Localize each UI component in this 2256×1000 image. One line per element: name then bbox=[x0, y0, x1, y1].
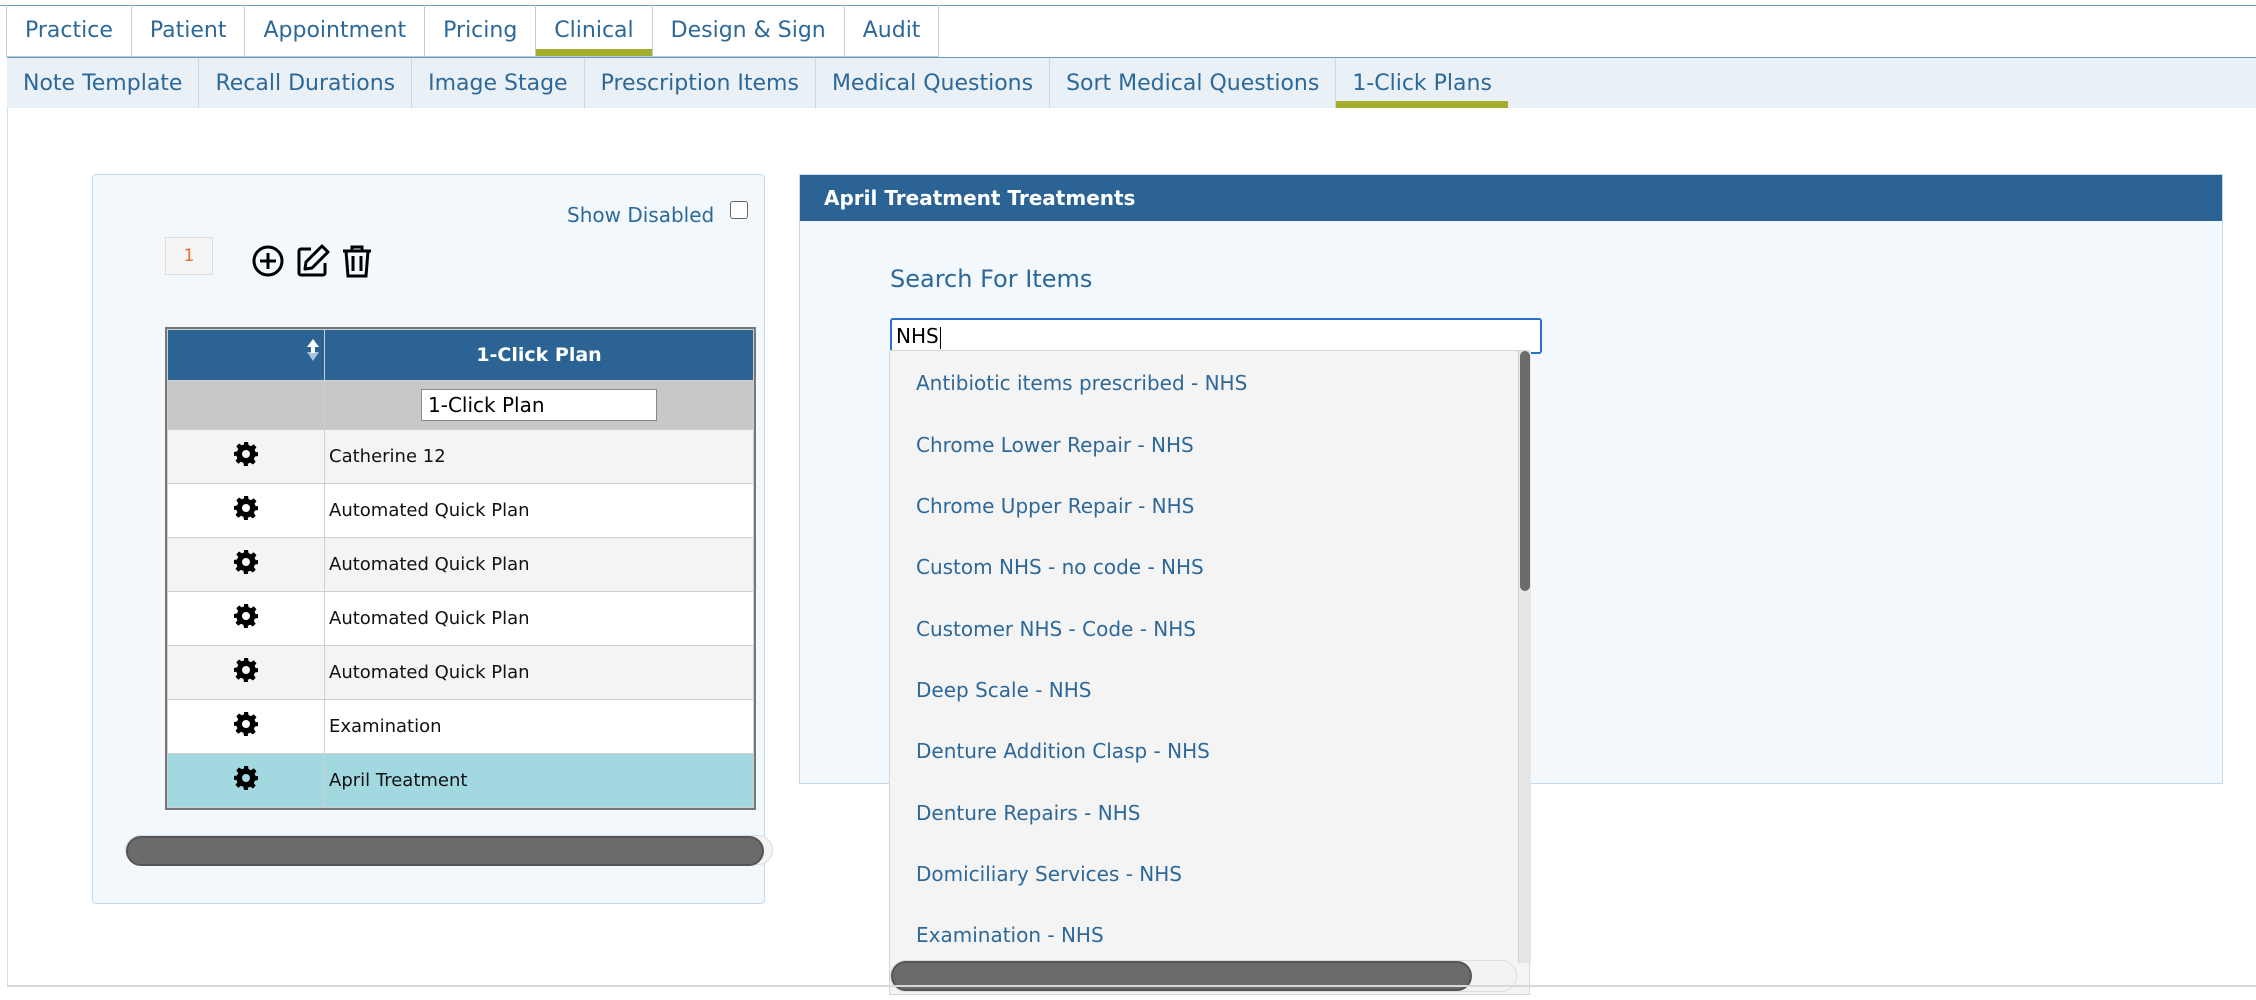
tab-practice[interactable]: Practice bbox=[6, 5, 132, 57]
row-settings-cell[interactable] bbox=[167, 483, 325, 538]
tab-audit[interactable]: Audit bbox=[843, 5, 940, 57]
subtab-prescription-items[interactable]: Prescription Items bbox=[585, 58, 816, 108]
search-items-label: Search For Items bbox=[890, 265, 1093, 293]
plan-name: Catherine 12 bbox=[324, 429, 754, 484]
show-disabled-checkbox[interactable] bbox=[730, 201, 749, 219]
edit-icon[interactable] bbox=[295, 243, 331, 279]
gear-icon[interactable] bbox=[233, 603, 259, 629]
row-settings-cell[interactable] bbox=[167, 429, 325, 484]
plans-list-panel: Show Disabled 1 1-Click Plan 1-Click Pla… bbox=[92, 174, 773, 904]
add-circle-icon[interactable] bbox=[250, 243, 286, 279]
tab-clinical[interactable]: Clinical bbox=[535, 5, 653, 57]
dropdown-item[interactable]: Denture Repairs - NHS bbox=[916, 801, 1140, 825]
dropdown-item[interactable]: Examination - NHS bbox=[916, 923, 1104, 947]
page-number-button[interactable]: 1 bbox=[165, 237, 213, 275]
row-settings-cell[interactable] bbox=[167, 699, 325, 754]
row-settings-cell[interactable] bbox=[167, 537, 325, 592]
plans-horizontal-scrollbar[interactable] bbox=[125, 835, 773, 866]
filter-cell-empty bbox=[167, 380, 325, 430]
plan-filter-input[interactable]: 1-Click Plan bbox=[421, 389, 657, 421]
plans-grid: 1-Click Plan 1-Click Plan Catherine 12 A… bbox=[165, 327, 756, 810]
sub-tab-bar: Note Template Recall Durations Image Sta… bbox=[7, 58, 1508, 108]
page-bottom-border bbox=[7, 985, 2256, 987]
dropdown-item[interactable]: Chrome Lower Repair - NHS bbox=[916, 433, 1194, 457]
dropdown-item[interactable]: Customer NHS - Code - NHS bbox=[916, 617, 1196, 641]
dropdown-vertical-scrollbar[interactable] bbox=[1518, 351, 1531, 963]
subtab-1-click-plans[interactable]: 1-Click Plans bbox=[1336, 58, 1508, 108]
table-row[interactable]: Examination bbox=[167, 699, 754, 754]
subtab-recall-durations[interactable]: Recall Durations bbox=[199, 58, 413, 108]
tab-pricing[interactable]: Pricing bbox=[424, 5, 537, 57]
gear-icon[interactable] bbox=[233, 441, 259, 467]
content-left-border bbox=[7, 108, 8, 986]
plan-name: Automated Quick Plan bbox=[324, 591, 754, 646]
gear-icon[interactable] bbox=[233, 711, 259, 737]
plan-name: April Treatment bbox=[324, 753, 754, 808]
table-row[interactable]: Catherine 12 bbox=[167, 429, 754, 484]
row-settings-cell[interactable] bbox=[167, 591, 325, 646]
subtab-note-template[interactable]: Note Template bbox=[7, 58, 200, 108]
table-row-selected[interactable]: April Treatment bbox=[167, 753, 754, 808]
table-row[interactable]: Automated Quick Plan bbox=[167, 591, 754, 646]
plan-name: Examination bbox=[324, 699, 754, 754]
subtab-sort-medical-questions[interactable]: Sort Medical Questions bbox=[1050, 58, 1337, 108]
row-settings-cell[interactable] bbox=[167, 753, 325, 808]
gear-icon[interactable] bbox=[233, 765, 259, 791]
plan-name: Automated Quick Plan bbox=[324, 483, 754, 538]
main-tab-bar: Practice Patient Appointment Pricing Cli… bbox=[6, 5, 940, 57]
search-results-dropdown: Antibiotic items prescribed - NHS Chrome… bbox=[889, 350, 1531, 995]
scrollbar-thumb[interactable] bbox=[1520, 351, 1530, 591]
dropdown-item[interactable]: Domiciliary Services - NHS bbox=[916, 862, 1182, 886]
plan-name: Automated Quick Plan bbox=[324, 645, 754, 700]
plan-name: Automated Quick Plan bbox=[324, 537, 754, 592]
dropdown-horizontal-scrollbar[interactable] bbox=[890, 960, 1517, 992]
search-items-value: NHS bbox=[896, 324, 939, 348]
table-row[interactable]: Automated Quick Plan bbox=[167, 483, 754, 538]
dropdown-item[interactable]: Denture Addition Clasp - NHS bbox=[916, 739, 1210, 763]
trash-icon[interactable] bbox=[339, 243, 375, 279]
dropdown-item[interactable]: Custom NHS - no code - NHS bbox=[916, 555, 1204, 579]
text-caret bbox=[939, 326, 941, 349]
show-disabled-toggle: Show Disabled bbox=[567, 201, 749, 227]
column-header-1-click-plan[interactable]: 1-Click Plan bbox=[324, 329, 754, 381]
scrollbar-thumb[interactable] bbox=[126, 836, 764, 866]
sort-column-header[interactable] bbox=[167, 329, 325, 381]
sort-arrows-icon[interactable] bbox=[306, 338, 320, 362]
table-row[interactable]: Automated Quick Plan bbox=[167, 537, 754, 592]
dropdown-item[interactable]: Chrome Upper Repair - NHS bbox=[916, 494, 1194, 518]
treatments-panel-title: April Treatment Treatments bbox=[800, 175, 2222, 221]
tab-appointment[interactable]: Appointment bbox=[244, 5, 426, 57]
row-settings-cell[interactable] bbox=[167, 645, 325, 700]
show-disabled-label: Show Disabled bbox=[567, 203, 715, 227]
subtab-medical-questions[interactable]: Medical Questions bbox=[816, 58, 1051, 108]
gear-icon[interactable] bbox=[233, 495, 259, 521]
gear-icon[interactable] bbox=[233, 549, 259, 575]
dropdown-item[interactable]: Deep Scale - NHS bbox=[916, 678, 1092, 702]
subtab-image-stage[interactable]: Image Stage bbox=[412, 58, 585, 108]
search-items-input[interactable]: NHS bbox=[890, 318, 1542, 354]
dropdown-item[interactable]: Antibiotic items prescribed - NHS bbox=[916, 371, 1247, 395]
filter-cell: 1-Click Plan bbox=[324, 380, 754, 430]
gear-icon[interactable] bbox=[233, 657, 259, 683]
tab-design-sign[interactable]: Design & Sign bbox=[651, 5, 845, 57]
table-row[interactable]: Automated Quick Plan bbox=[167, 645, 754, 700]
tab-patient[interactable]: Patient bbox=[130, 5, 246, 57]
